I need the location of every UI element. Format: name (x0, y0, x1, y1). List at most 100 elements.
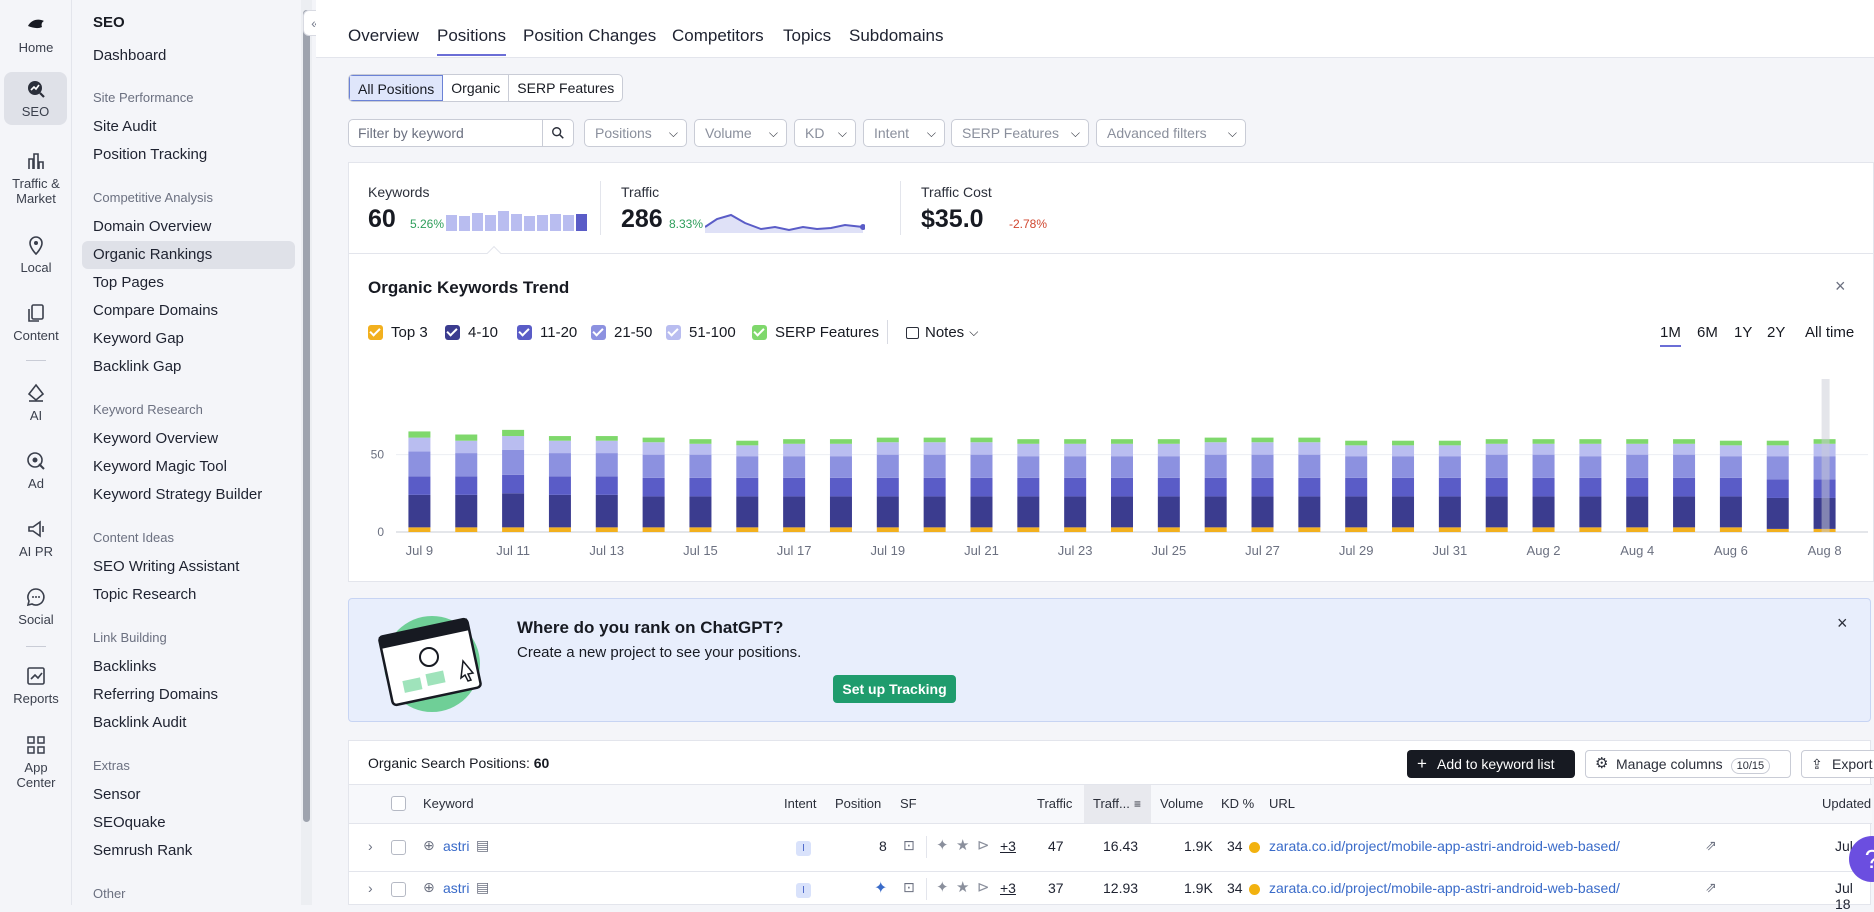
add-keyword-icon[interactable]: ⊕ (423, 879, 435, 896)
tab-topics[interactable]: Topics (783, 26, 831, 46)
col-traffic[interactable]: Traffic (1037, 796, 1072, 811)
bar-segment (1719, 440, 1742, 446)
range-1y[interactable]: 1Y (1734, 324, 1752, 341)
rail-ai-pr[interactable]: AI PR (0, 518, 72, 559)
row-checkbox[interactable] (391, 882, 406, 897)
rail-home[interactable]: Home (0, 14, 72, 55)
keyword-link[interactable]: astri (443, 838, 469, 854)
range-all-time[interactable]: All time (1805, 324, 1854, 341)
rail-local[interactable]: Local (0, 234, 72, 275)
col-url[interactable]: URL (1269, 796, 1295, 811)
nav-site-audit[interactable]: Site Audit (82, 113, 295, 141)
rail-traffic-market[interactable]: Traffic & Market (0, 150, 72, 206)
rail-app-center[interactable]: App Center (0, 734, 72, 790)
set-up-tracking-button[interactable]: Set up Tracking (833, 675, 956, 703)
subnav-scrollbar[interactable] (301, 0, 312, 905)
col-keyword[interactable]: Keyword (423, 796, 474, 811)
legend-serp-features[interactable]: SERP Features (752, 324, 879, 341)
url-link[interactable]: zarata.co.id/project/mobile-app-astri-an… (1269, 838, 1620, 854)
manage-columns-button[interactable]: ⚙ Manage columns 10/15 (1585, 750, 1791, 778)
legend-4-10[interactable]: 4-10 (445, 324, 498, 341)
range-1m[interactable]: 1M (1660, 324, 1681, 347)
nav-sensor[interactable]: Sensor (82, 781, 295, 809)
segment-serp-features[interactable]: SERP Features (509, 75, 622, 101)
legend-21-50[interactable]: 21-50 (591, 324, 652, 341)
tab-overview[interactable]: Overview (348, 26, 419, 46)
nav-seo-writing-assistant[interactable]: SEO Writing Assistant (82, 553, 295, 581)
intent-filter[interactable]: Intent ⌵ (863, 119, 945, 147)
col-sf[interactable]: SF (900, 796, 917, 811)
segment-all-positions[interactable]: All Positions (349, 75, 444, 101)
rail-reports[interactable]: Reports (0, 665, 72, 706)
export-button[interactable]: ⇪ Export (1801, 750, 1874, 778)
tab-position-changes[interactable]: Position Changes (523, 26, 656, 46)
legend-top-3[interactable]: Top 3 (368, 324, 428, 341)
positions-filter[interactable]: Positions ⌵ (584, 119, 687, 147)
rail-social[interactable]: Social (0, 586, 72, 627)
nav-backlink-gap[interactable]: Backlink Gap (82, 353, 295, 381)
col-updated[interactable]: Updated (1822, 796, 1871, 811)
add-keyword-icon[interactable]: ⊕ (423, 837, 435, 854)
expand-row-icon[interactable]: › (368, 880, 373, 896)
keyword-filter-input[interactable]: Filter by keyword (348, 119, 543, 147)
rail-ai[interactable]: AI (0, 382, 72, 423)
nav-compare-domains[interactable]: Compare Domains (82, 297, 295, 325)
col-traffic-percent[interactable]: Traff... (1093, 796, 1130, 811)
volume-filter[interactable]: Volume ⌵ (694, 119, 787, 147)
serp-snapshot-icon[interactable]: ▤ (476, 837, 489, 854)
advanced-filters[interactable]: Advanced filters ⌵ (1096, 119, 1246, 147)
nav-seoquake[interactable]: SEOquake (82, 809, 295, 837)
range-6m[interactable]: 6M (1697, 324, 1718, 341)
keyword-link[interactable]: astri (443, 880, 469, 896)
external-link-icon[interactable]: ⇗ (1705, 837, 1717, 854)
rail-seo[interactable]: SEO (4, 72, 67, 125)
select-all-checkbox[interactable] (391, 796, 406, 811)
kd-filter[interactable]: KD ⌵ (794, 119, 856, 147)
rail-ad[interactable]: Ad (0, 450, 72, 491)
tab-subdomains[interactable]: Subdomains (849, 26, 944, 46)
nav-keyword-magic-tool[interactable]: Keyword Magic Tool (82, 453, 295, 481)
table-row: › ⊕ astri ▤ I ✦ ⊡ ✦ ★ ⊳ +3 37 12.93 1.9K… (349, 872, 1872, 912)
tab-positions[interactable]: Positions (437, 26, 506, 56)
bar-segment (1626, 443, 1649, 455)
nav-domain-overview[interactable]: Domain Overview (82, 213, 295, 241)
trend-close-button[interactable]: × (1835, 276, 1846, 297)
nav-keyword-overview[interactable]: Keyword Overview (82, 425, 295, 453)
nav-keyword-gap[interactable]: Keyword Gap (82, 325, 295, 353)
nav-backlink-audit[interactable]: Backlink Audit (82, 709, 295, 737)
promo-close-button[interactable]: × (1837, 613, 1848, 634)
keyword-search-button[interactable] (542, 119, 574, 147)
sf-more-link[interactable]: +3 (1000, 880, 1016, 896)
nav-keyword-strategy-builder[interactable]: Keyword Strategy Builder (82, 481, 295, 509)
expand-row-icon[interactable]: › (368, 838, 373, 854)
segment-organic[interactable]: Organic (443, 75, 510, 101)
nav-dashboard[interactable]: Dashboard (82, 42, 295, 70)
serp-features-filter[interactable]: SERP Features ⌵ (951, 119, 1089, 147)
bar-segment (1251, 477, 1274, 497)
notes-dropdown[interactable]: Notes ⌵ (906, 324, 978, 341)
sf-more-link[interactable]: +3 (1000, 838, 1016, 854)
col-position[interactable]: Position (835, 796, 881, 811)
nav-referring-domains[interactable]: Referring Domains (82, 681, 295, 709)
legend-11-20[interactable]: 11-20 (517, 324, 577, 341)
nav-topic-research[interactable]: Topic Research (82, 581, 295, 609)
tab-competitors[interactable]: Competitors (672, 26, 764, 46)
nav-top-pages[interactable]: Top Pages (82, 269, 295, 297)
scrollbar-thumb[interactable] (303, 10, 310, 822)
add-to-keyword-list-button[interactable]: + Add to keyword list (1407, 750, 1575, 778)
bar-segment (1485, 477, 1508, 497)
col-volume[interactable]: Volume (1160, 796, 1203, 811)
row-checkbox[interactable] (391, 840, 406, 855)
url-link[interactable]: zarata.co.id/project/mobile-app-astri-an… (1269, 880, 1620, 896)
rail-content[interactable]: Content (0, 302, 72, 343)
col-intent[interactable]: Intent (784, 796, 817, 811)
legend-51-100[interactable]: 51-100 (666, 324, 736, 341)
nav-organic-rankings[interactable]: Organic Rankings (82, 241, 295, 269)
external-link-icon[interactable]: ⇗ (1705, 879, 1717, 896)
col-kd[interactable]: KD % (1221, 796, 1254, 811)
nav-position-tracking[interactable]: Position Tracking (82, 141, 295, 169)
nav-backlinks[interactable]: Backlinks (82, 653, 295, 681)
range-2y[interactable]: 2Y (1767, 324, 1785, 341)
nav-semrush-rank[interactable]: Semrush Rank (82, 837, 295, 865)
serp-snapshot-icon[interactable]: ▤ (476, 879, 489, 896)
